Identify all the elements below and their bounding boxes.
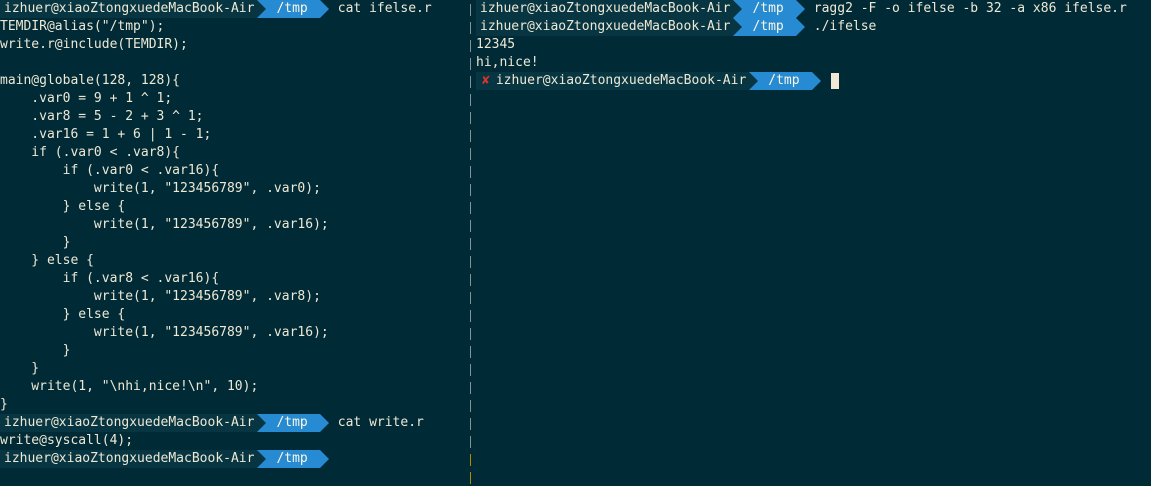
command-text: cat ifelse.r — [337, 1, 432, 16]
prompt-directory: /tmp — [266, 414, 320, 432]
output-line: write(1, "123456789", .var8); — [0, 289, 321, 304]
output-line: write(1, "\nhi,nice!\n", 10); — [0, 379, 259, 394]
output-line: hi,nice! — [476, 55, 539, 70]
prompt-line: ✘ izhuer@xiaoZtongxuedeMacBook-Air/tmp — [476, 72, 1151, 90]
divider-segment — [470, 274, 471, 286]
prompt-directory: /tmp — [742, 18, 796, 36]
prompt-host: izhuer@xiaoZtongxuedeMacBook-Air — [476, 18, 734, 36]
powerline-arrow-icon — [319, 0, 329, 18]
prompt-line: izhuer@xiaoZtongxuedeMacBook-Air/tmp cat … — [0, 414, 468, 432]
command-text: ./ifelse — [813, 19, 877, 34]
powerline-arrow-icon — [749, 72, 759, 90]
prompt-line: izhuer@xiaoZtongxuedeMacBook-Air/tmp ragg… — [476, 0, 1151, 18]
prompt-host: izhuer@xiaoZtongxuedeMacBook-Air — [0, 0, 258, 18]
divider-segment — [470, 94, 471, 106]
powerline-arrow-icon — [257, 450, 267, 468]
command-text: cat write.r — [337, 415, 424, 430]
prompt-host: izhuer@xiaoZtongxuedeMacBook-Air — [491, 72, 750, 90]
divider-segment — [470, 436, 471, 448]
divider-segment — [470, 400, 471, 412]
divider-segment — [470, 382, 471, 394]
divider-segment — [470, 220, 471, 232]
divider-segment — [470, 202, 471, 214]
output-line: } else { — [0, 253, 94, 268]
divider-segment — [470, 454, 471, 466]
divider-segment — [470, 292, 471, 304]
prompt-host: izhuer@xiaoZtongxuedeMacBook-Air — [0, 414, 258, 432]
output-line: .var0 = 9 + 1 ^ 1; — [0, 91, 173, 106]
output-line: if (.var8 < .var16){ — [0, 271, 220, 286]
divider-segment — [470, 418, 471, 430]
pane-divider[interactable] — [470, 0, 473, 486]
output-line: if (.var0 < .var16){ — [0, 163, 220, 178]
powerline-arrow-icon — [811, 72, 821, 90]
divider-segment — [470, 364, 471, 376]
divider-segment — [470, 22, 471, 34]
divider-segment — [470, 472, 471, 484]
divider-segment — [470, 238, 471, 250]
output-line: write(1, "123456789", .var0); — [0, 181, 321, 196]
prompt-directory: /tmp — [758, 72, 812, 90]
terminal-pane-left[interactable]: izhuer@xiaoZtongxuedeMacBook-Air/tmp cat … — [0, 0, 468, 486]
prompt-directory: /tmp — [266, 450, 320, 468]
divider-segment — [470, 76, 471, 88]
divider-segment — [470, 328, 471, 340]
divider-segment — [470, 256, 471, 268]
powerline-arrow-icon — [733, 0, 743, 18]
terminal-pane-right[interactable]: izhuer@xiaoZtongxuedeMacBook-Air/tmp ragg… — [476, 0, 1151, 486]
output-line: } — [0, 397, 8, 412]
command-text: ragg2 -F -o ifelse -b 32 -a x86 ifelse.r — [813, 1, 1127, 16]
divider-segment — [470, 40, 471, 52]
prompt-line: izhuer@xiaoZtongxuedeMacBook-Air/tmp ./if… — [476, 18, 1151, 36]
divider-segment — [470, 184, 471, 196]
divider-segment — [470, 346, 471, 358]
output-line: write(1, "123456789", .var16); — [0, 325, 329, 340]
output-line: 12345 — [476, 37, 516, 52]
powerline-arrow-icon — [733, 18, 743, 36]
prompt-line: izhuer@xiaoZtongxuedeMacBook-Air/tmp cat … — [0, 0, 468, 18]
divider-segment — [470, 166, 471, 178]
powerline-arrow-icon — [257, 0, 267, 18]
powerline-arrow-icon — [319, 450, 329, 468]
prompt-line: izhuer@xiaoZtongxuedeMacBook-Air/tmp — [0, 450, 468, 468]
powerline-arrow-icon — [257, 414, 267, 432]
divider-segment — [470, 4, 471, 16]
powerline-arrow-icon — [319, 414, 329, 432]
prompt-directory: /tmp — [266, 0, 320, 18]
output-line: write.r@include(TEMDIR); — [0, 37, 188, 52]
error-x-icon: ✘ — [476, 72, 492, 90]
prompt-host: izhuer@xiaoZtongxuedeMacBook-Air — [0, 450, 258, 468]
divider-segment — [470, 148, 471, 160]
output-line: .var16 = 1 + 6 | 1 - 1; — [0, 127, 212, 142]
output-line: .var8 = 5 - 2 + 3 ^ 1; — [0, 109, 204, 124]
divider-segment — [470, 310, 471, 322]
output-line: TEMDIR@alias("/tmp"); — [0, 19, 165, 34]
output-line: write(1, "123456789", .var16); — [0, 217, 329, 232]
powerline-arrow-icon — [795, 0, 805, 18]
divider-segment — [470, 130, 471, 142]
output-line: write@syscall(4); — [0, 433, 134, 448]
prompt-host: izhuer@xiaoZtongxuedeMacBook-Air — [476, 0, 734, 18]
output-line: } else { — [0, 199, 126, 214]
output-line: } — [0, 235, 71, 250]
prompt-directory: /tmp — [742, 0, 796, 18]
output-line: } else { — [0, 307, 126, 322]
terminal-cursor[interactable] — [830, 73, 839, 89]
output-line: main@globale(128, 128){ — [0, 73, 181, 88]
divider-segment — [470, 58, 471, 70]
output-line: } — [0, 343, 71, 358]
output-line: if (.var0 < .var8){ — [0, 145, 181, 160]
output-line: } — [0, 361, 40, 376]
divider-segment — [470, 112, 471, 124]
powerline-arrow-icon — [795, 18, 805, 36]
